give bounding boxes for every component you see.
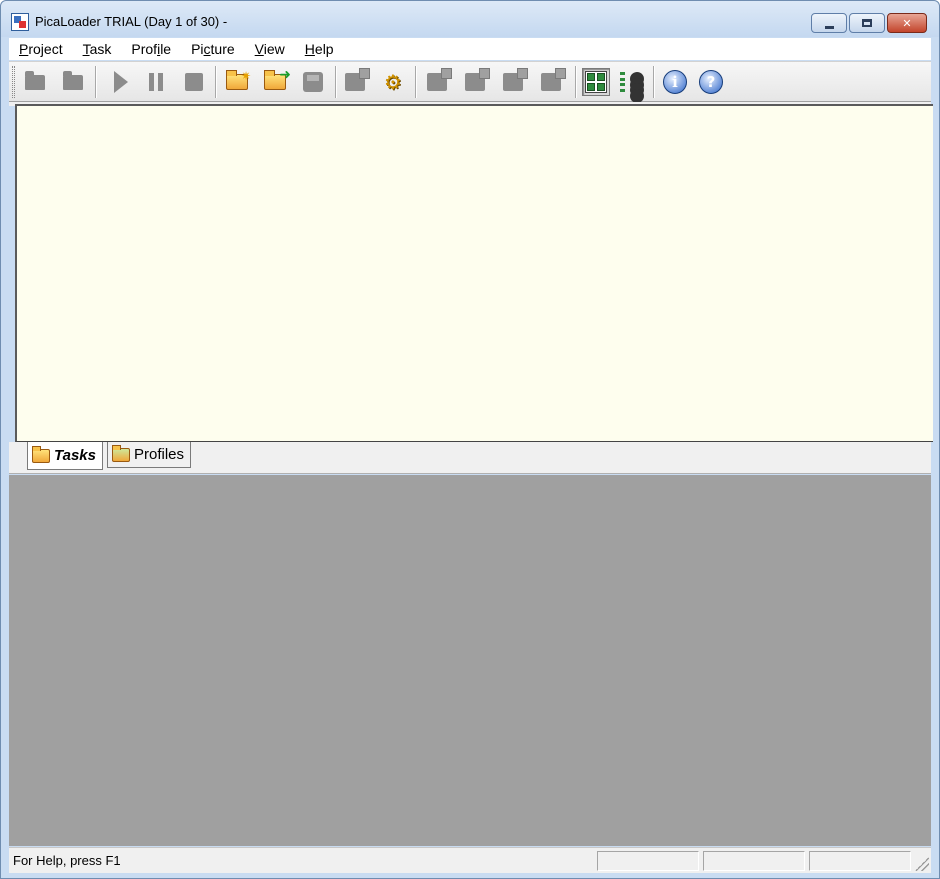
minimize-icon xyxy=(824,25,834,29)
toolbar-separator xyxy=(415,66,417,98)
task-list-pane[interactable] xyxy=(15,104,933,442)
help-icon: ? xyxy=(699,70,723,94)
move-task-icon xyxy=(503,68,528,91)
pause-button[interactable] xyxy=(142,68,170,96)
tab-tasks-label: Tasks xyxy=(54,447,96,464)
new-project-icon xyxy=(25,70,45,90)
pane-tabs: Tasks Profiles xyxy=(9,442,931,474)
thumbnail-view-icon xyxy=(585,71,607,93)
move-task-button[interactable] xyxy=(499,68,528,96)
delete-task-button[interactable] xyxy=(423,68,452,96)
thumbnail-view-button[interactable] xyxy=(582,68,610,96)
save-icon xyxy=(303,72,323,92)
toolbar-separator xyxy=(653,66,655,98)
info-icon: i xyxy=(663,70,687,94)
tab-tasks[interactable]: Tasks xyxy=(27,442,103,470)
menu-profile[interactable]: Profile xyxy=(121,38,181,60)
toolbar-separator xyxy=(95,66,97,98)
copy-task-icon xyxy=(465,68,490,91)
settings-button[interactable]: ⚙ xyxy=(379,68,407,96)
toolbar-separator xyxy=(575,66,577,98)
menu-bar: Project Task Profile Picture View Help xyxy=(9,38,931,60)
title-bar[interactable]: PicaLoader TRIAL (Day 1 of 30) - ✕ xyxy=(1,1,939,37)
preview-pane[interactable] xyxy=(9,475,931,846)
status-bar: For Help, press F1 xyxy=(9,847,931,873)
new-task-icon: ✷ xyxy=(226,69,251,90)
caption-buttons: ✕ xyxy=(811,13,927,33)
task-properties-icon xyxy=(345,68,370,91)
menu-view[interactable]: View xyxy=(245,38,295,60)
window-title: PicaLoader TRIAL (Day 1 of 30) - xyxy=(35,14,228,29)
export-task-icon xyxy=(541,68,566,91)
maximize-button[interactable] xyxy=(849,13,885,33)
stop-icon xyxy=(185,73,203,91)
pause-icon xyxy=(149,73,163,91)
help-button[interactable]: ? xyxy=(697,68,725,96)
delete-task-icon xyxy=(427,68,452,91)
task-properties-button[interactable] xyxy=(341,68,370,96)
toolbar-separator xyxy=(335,66,337,98)
save-button[interactable] xyxy=(299,68,327,96)
tasks-folder-icon xyxy=(32,445,50,463)
menu-picture[interactable]: Picture xyxy=(181,38,245,60)
new-project-button[interactable] xyxy=(21,68,49,96)
resize-grip-icon[interactable] xyxy=(915,857,929,871)
maximize-icon xyxy=(862,19,872,27)
info-button[interactable]: i xyxy=(661,68,689,96)
import-task-button[interactable]: ➜ xyxy=(261,67,291,96)
main-window: PicaLoader TRIAL (Day 1 of 30) - ✕ Proje… xyxy=(0,0,940,879)
menu-project[interactable]: Project xyxy=(9,38,73,60)
open-project-icon xyxy=(63,70,83,90)
menu-task[interactable]: Task xyxy=(73,38,122,60)
close-icon: ✕ xyxy=(902,16,912,30)
status-panel xyxy=(703,851,805,871)
start-button[interactable] xyxy=(104,68,132,96)
tab-profiles[interactable]: Profiles xyxy=(107,442,192,468)
list-view-button[interactable] xyxy=(618,68,646,96)
toolbar-separator xyxy=(215,66,217,98)
toolbar-grip[interactable] xyxy=(12,66,15,98)
status-panel xyxy=(809,851,911,871)
copy-task-button[interactable] xyxy=(461,68,490,96)
app-icon[interactable] xyxy=(11,13,29,31)
minimize-button[interactable] xyxy=(811,13,847,33)
close-button[interactable]: ✕ xyxy=(887,13,927,33)
new-task-button[interactable]: ✷ xyxy=(223,68,251,96)
tab-profiles-label: Profiles xyxy=(134,446,185,463)
settings-gear-icon: ⚙ xyxy=(384,70,402,94)
profiles-folder-icon xyxy=(112,444,130,462)
toolbar: ✷ ➜ ⚙ i ? xyxy=(9,61,931,102)
list-view-icon xyxy=(620,71,644,93)
stop-button[interactable] xyxy=(180,68,208,96)
open-project-button[interactable] xyxy=(59,68,87,96)
menu-help[interactable]: Help xyxy=(295,38,344,60)
export-task-button[interactable] xyxy=(537,68,566,96)
status-panel xyxy=(597,851,699,871)
status-text: For Help, press F1 xyxy=(13,853,121,868)
import-task-icon: ➜ xyxy=(264,67,291,90)
start-icon xyxy=(114,71,128,93)
